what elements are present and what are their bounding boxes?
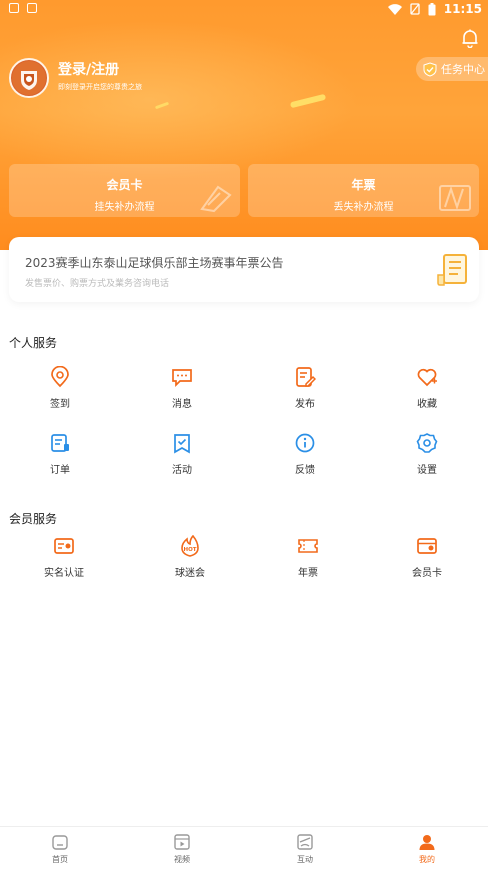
nav-home[interactable]: 首页 [30,833,90,865]
settings-button[interactable]: 设置 [387,432,467,476]
nav-mine[interactable]: 我的 [397,833,457,865]
announcement-subtitle: 发售票价、购票方式及業务咨询电话 [25,279,170,289]
hot-icon: HOT [181,535,199,557]
location-pin-icon [51,366,69,388]
fan-club-button[interactable]: HOT 球迷会 [150,535,230,579]
member-card-label: 会员卡 [412,568,442,579]
avatar[interactable] [9,58,49,98]
video-icon [174,834,190,850]
notification-icon [9,3,19,13]
orders-button[interactable]: 订单 [20,432,100,476]
battery-icon [428,2,436,15]
member-card-process-card[interactable]: 会员卡 挂失补办流程 [9,164,240,217]
task-center-label: 任务中心 [441,63,485,76]
real-name-auth-button[interactable]: 实名认证 [24,535,104,579]
ticket-icon [298,539,318,553]
bell-icon[interactable] [460,28,480,48]
edit-icon [296,367,316,387]
interact-icon [297,834,313,850]
status-time: 11:15 [443,2,482,16]
checkin-button[interactable]: 签到 [20,366,100,410]
nav-video-label: 视频 [174,855,190,864]
bookmark-icon [174,434,190,454]
activities-button[interactable]: 活动 [142,432,222,476]
checkin-label: 签到 [50,399,70,410]
no-sim-icon [410,3,420,15]
nav-video[interactable]: 视频 [152,833,212,865]
annual-ticket-label: 年票 [298,568,318,579]
favorites-button[interactable]: 收藏 [387,366,467,410]
orders-label: 订单 [50,465,70,476]
nav-mine-label: 我的 [419,855,435,864]
login-register-link[interactable]: 登录/注册 [58,59,119,79]
annual-ticket-process-card[interactable]: 年票 丢失补办流程 [248,164,479,217]
user-icon [419,835,435,850]
publish-button[interactable]: 发布 [265,366,345,410]
personal-services-title: 个人服务 [9,336,58,350]
nav-interact-label: 互动 [297,855,313,864]
nav-home-label: 首页 [52,855,68,864]
member-card-button[interactable]: 会员卡 [387,535,467,579]
home-icon [52,835,68,850]
activities-label: 活动 [172,465,192,476]
real-name-auth-label: 实名认证 [44,568,84,579]
card-decor-icon [200,185,232,213]
nav-interact[interactable]: 互动 [275,833,335,865]
card-decor-icon [439,185,471,211]
document-icon [437,254,467,286]
feedback-button[interactable]: 反馈 [265,432,345,476]
messages-button[interactable]: 消息 [142,366,222,410]
order-icon [51,434,69,452]
settings-label: 设置 [417,465,437,476]
gear-icon [416,433,438,453]
announcement-title: 2023赛季山东泰山足球俱乐部主场赛事年票公告 [25,256,284,270]
info-icon [295,433,315,453]
bottom-navigation: 首页 视频 互动 我的 [0,826,488,870]
wifi-icon [387,3,402,15]
favorites-label: 收藏 [417,399,437,410]
feedback-label: 反馈 [295,465,315,476]
svg-text:HOT: HOT [183,547,196,553]
announcement-card[interactable]: 2023赛季山东泰山足球俱乐部主场赛事年票公告 发售票价、购票方式及業务咨询电话 [9,237,479,302]
annual-ticket-button[interactable]: 年票 [268,535,348,579]
member-card-icon [417,538,437,554]
app-notification-icon [27,3,37,13]
fan-club-label: 球迷会 [175,568,205,579]
task-center-button[interactable]: 任务中心 [416,57,488,81]
shield-check-icon [423,61,437,77]
login-subtitle: 即刻登录开启您的尊贵之旅 [58,83,142,91]
publish-label: 发布 [295,399,315,410]
id-card-icon [54,538,74,554]
member-services-title: 会员服务 [9,512,58,526]
message-icon [172,369,192,388]
profile-header: 11:15 登录/注册 即刻登录开启您的尊贵之旅 任务中心 会员卡 挂失补办流程 [0,0,488,250]
status-bar: 11:15 [0,0,488,18]
heart-icon [417,368,437,387]
messages-label: 消息 [172,399,192,410]
club-logo-icon [12,61,46,95]
